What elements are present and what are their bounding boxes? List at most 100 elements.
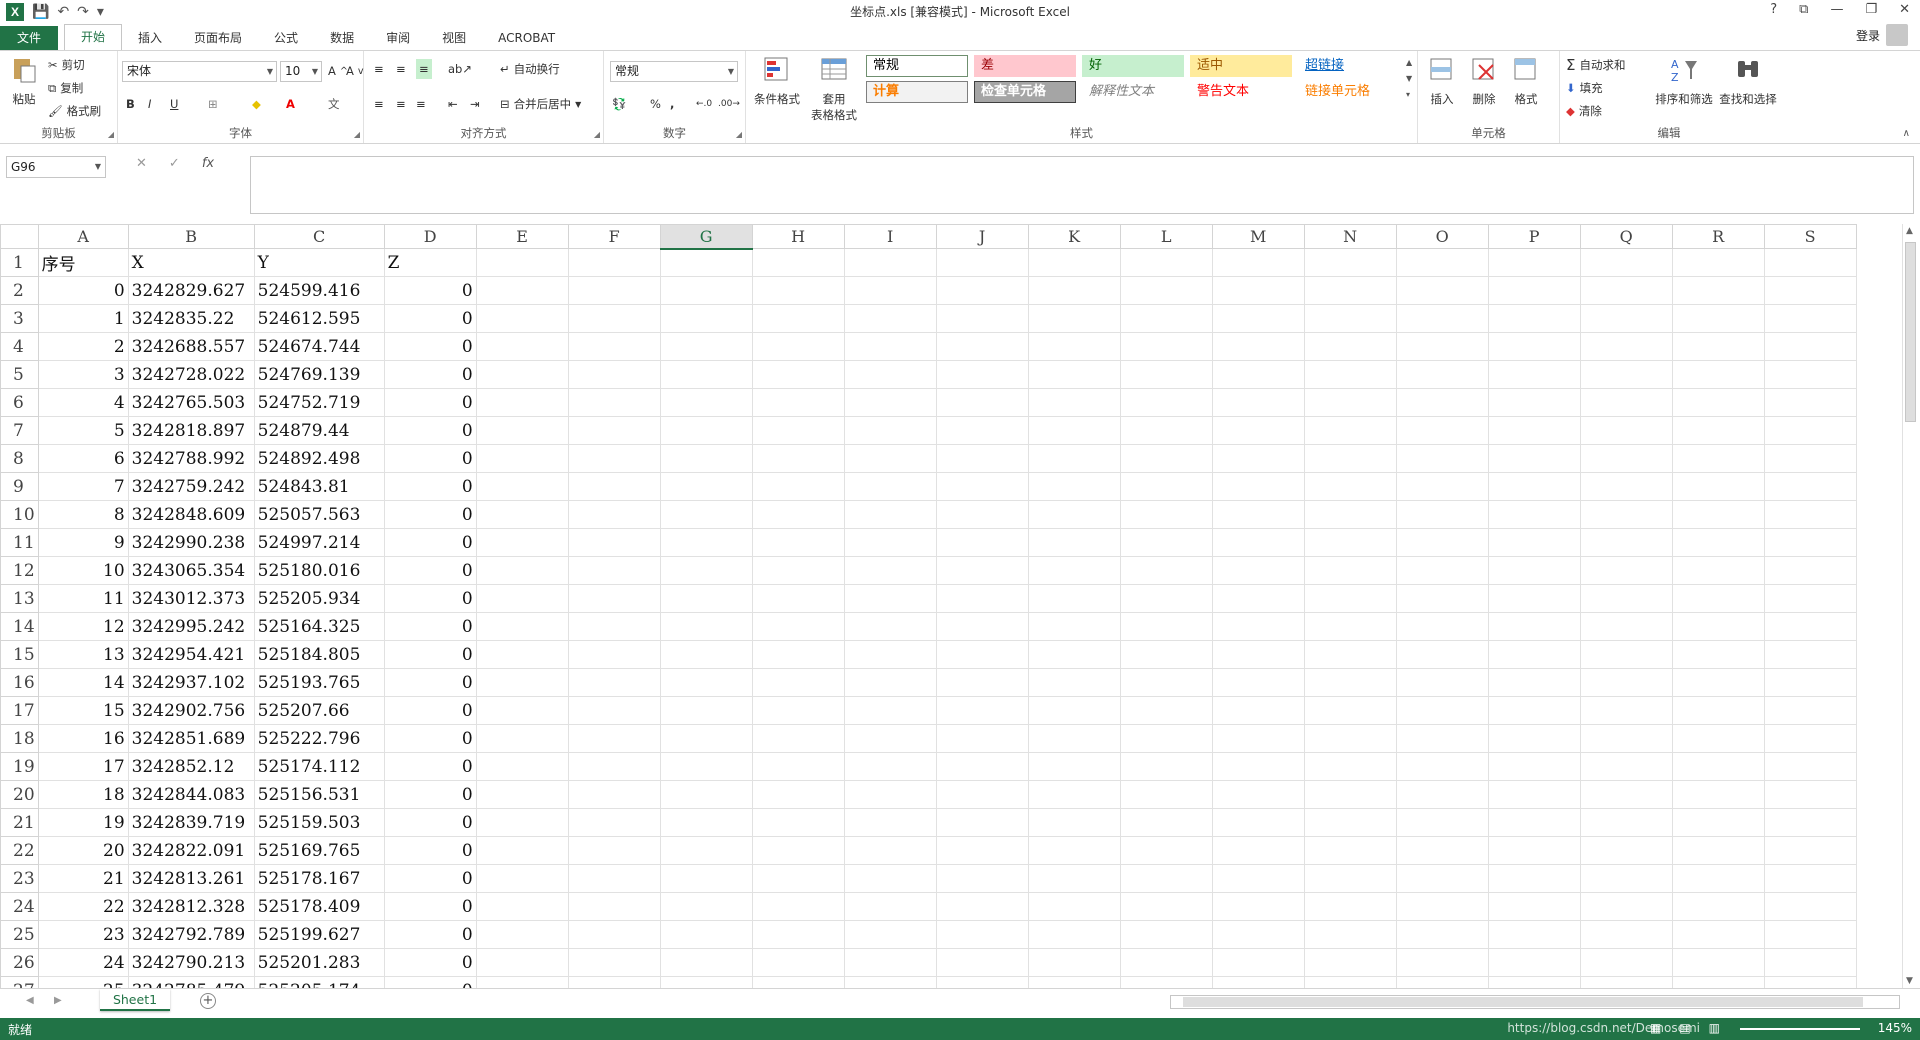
cell-f5[interactable] xyxy=(567,360,661,389)
cell-j13[interactable] xyxy=(935,584,1029,613)
cell-s14[interactable] xyxy=(1763,612,1857,641)
cell-e2[interactable] xyxy=(475,276,569,305)
cell-s16[interactable] xyxy=(1763,668,1857,697)
cell-k20[interactable] xyxy=(1027,780,1121,809)
cell-h14[interactable] xyxy=(751,612,845,641)
cell-j7[interactable] xyxy=(935,416,1029,445)
cell-e4[interactable] xyxy=(475,332,569,361)
collapse-ribbon-icon[interactable]: ∧ xyxy=(1903,128,1910,139)
cell-k7[interactable] xyxy=(1027,416,1121,445)
cell-g21[interactable] xyxy=(659,808,753,837)
cell-k13[interactable] xyxy=(1027,584,1121,613)
prev-sheet-icon[interactable]: ◀ xyxy=(26,995,34,1006)
cell-h12[interactable] xyxy=(751,556,845,585)
row-header[interactable]: 3 xyxy=(0,304,39,333)
find-select-button[interactable]: 查找和选择 xyxy=(1716,55,1780,107)
help-button[interactable]: ? xyxy=(1770,2,1777,17)
cell-m20[interactable] xyxy=(1211,780,1305,809)
cell-n19[interactable] xyxy=(1303,752,1397,781)
conditional-format-button[interactable]: 条件格式 xyxy=(750,55,804,107)
cell-e23[interactable] xyxy=(475,864,569,893)
cell-e10[interactable] xyxy=(475,500,569,529)
row-header[interactable]: 12 xyxy=(0,556,39,585)
cell-j10[interactable] xyxy=(935,500,1029,529)
format-painter-button[interactable]: 🖌 格式刷 xyxy=(48,101,101,121)
cell-d25[interactable]: 0 xyxy=(383,920,477,949)
cell-d19[interactable]: 0 xyxy=(383,752,477,781)
cell-s20[interactable] xyxy=(1763,780,1857,809)
cell-o1[interactable] xyxy=(1395,248,1489,277)
cell-o7[interactable] xyxy=(1395,416,1489,445)
cell-n16[interactable] xyxy=(1303,668,1397,697)
cell-d10[interactable]: 0 xyxy=(383,500,477,529)
cell-style-0[interactable]: 常规 xyxy=(866,55,968,77)
page-layout-view-icon[interactable]: ▤ xyxy=(1679,1021,1690,1035)
cell-style-3[interactable]: 适中 xyxy=(1190,55,1292,77)
column-header-s[interactable]: S xyxy=(1763,224,1857,249)
cell-i18[interactable] xyxy=(843,724,937,753)
cell-b3[interactable]: 3242835.22 xyxy=(127,304,255,333)
increase-indent-icon[interactable]: ⇥ xyxy=(470,94,480,114)
row-header[interactable]: 14 xyxy=(0,612,39,641)
scroll-thumb[interactable] xyxy=(1905,242,1916,422)
cell-h22[interactable] xyxy=(751,836,845,865)
cell-b6[interactable]: 3242765.503 xyxy=(127,388,255,417)
cell-b22[interactable]: 3242822.091 xyxy=(127,836,255,865)
cell-j24[interactable] xyxy=(935,892,1029,921)
tab-view[interactable]: 视图 xyxy=(426,26,482,50)
cell-a10[interactable]: 8 xyxy=(37,500,129,529)
cell-m1[interactable] xyxy=(1211,248,1305,277)
cell-b19[interactable]: 3242852.12 xyxy=(127,752,255,781)
cell-l11[interactable] xyxy=(1119,528,1213,557)
cell-e26[interactable] xyxy=(475,948,569,977)
cell-l20[interactable] xyxy=(1119,780,1213,809)
cell-p10[interactable] xyxy=(1487,500,1581,529)
cell-e12[interactable] xyxy=(475,556,569,585)
cell-style-9[interactable]: 链接单元格 xyxy=(1298,81,1400,103)
cell-k18[interactable] xyxy=(1027,724,1121,753)
cell-n3[interactable] xyxy=(1303,304,1397,333)
cell-s25[interactable] xyxy=(1763,920,1857,949)
cell-o26[interactable] xyxy=(1395,948,1489,977)
cell-f6[interactable] xyxy=(567,388,661,417)
cell-q4[interactable] xyxy=(1579,332,1673,361)
cell-r19[interactable] xyxy=(1671,752,1765,781)
cell-l22[interactable] xyxy=(1119,836,1213,865)
cell-p11[interactable] xyxy=(1487,528,1581,557)
cell-s2[interactable] xyxy=(1763,276,1857,305)
cell-r22[interactable] xyxy=(1671,836,1765,865)
cell-a8[interactable]: 6 xyxy=(37,444,129,473)
cell-f23[interactable] xyxy=(567,864,661,893)
column-header-c[interactable]: C xyxy=(253,224,385,249)
cell-n20[interactable] xyxy=(1303,780,1397,809)
cell-m12[interactable] xyxy=(1211,556,1305,585)
cell-b23[interactable]: 3242813.261 xyxy=(127,864,255,893)
cell-r23[interactable] xyxy=(1671,864,1765,893)
cell-a9[interactable]: 7 xyxy=(37,472,129,501)
cell-l3[interactable] xyxy=(1119,304,1213,333)
sort-filter-button[interactable]: AZ 排序和筛选 xyxy=(1652,55,1716,107)
cell-r13[interactable] xyxy=(1671,584,1765,613)
cell-l24[interactable] xyxy=(1119,892,1213,921)
cell-s18[interactable] xyxy=(1763,724,1857,753)
decrease-decimal-icon[interactable]: .00→ xyxy=(718,94,740,114)
cell-i1[interactable] xyxy=(843,248,937,277)
cell-r9[interactable] xyxy=(1671,472,1765,501)
row-header[interactable]: 25 xyxy=(0,920,39,949)
cell-k9[interactable] xyxy=(1027,472,1121,501)
column-header-d[interactable]: D xyxy=(383,224,477,249)
cell-s27[interactable] xyxy=(1763,976,1857,988)
cell-d15[interactable]: 0 xyxy=(383,640,477,669)
cell-q1[interactable] xyxy=(1579,248,1673,277)
cell-a16[interactable]: 14 xyxy=(37,668,129,697)
cell-d23[interactable]: 0 xyxy=(383,864,477,893)
cell-i19[interactable] xyxy=(843,752,937,781)
cell-h24[interactable] xyxy=(751,892,845,921)
cell-o6[interactable] xyxy=(1395,388,1489,417)
cell-s17[interactable] xyxy=(1763,696,1857,725)
cell-a12[interactable]: 10 xyxy=(37,556,129,585)
cell-c10[interactable]: 525057.563 xyxy=(253,500,385,529)
cell-h3[interactable] xyxy=(751,304,845,333)
cell-k14[interactable] xyxy=(1027,612,1121,641)
cell-m22[interactable] xyxy=(1211,836,1305,865)
